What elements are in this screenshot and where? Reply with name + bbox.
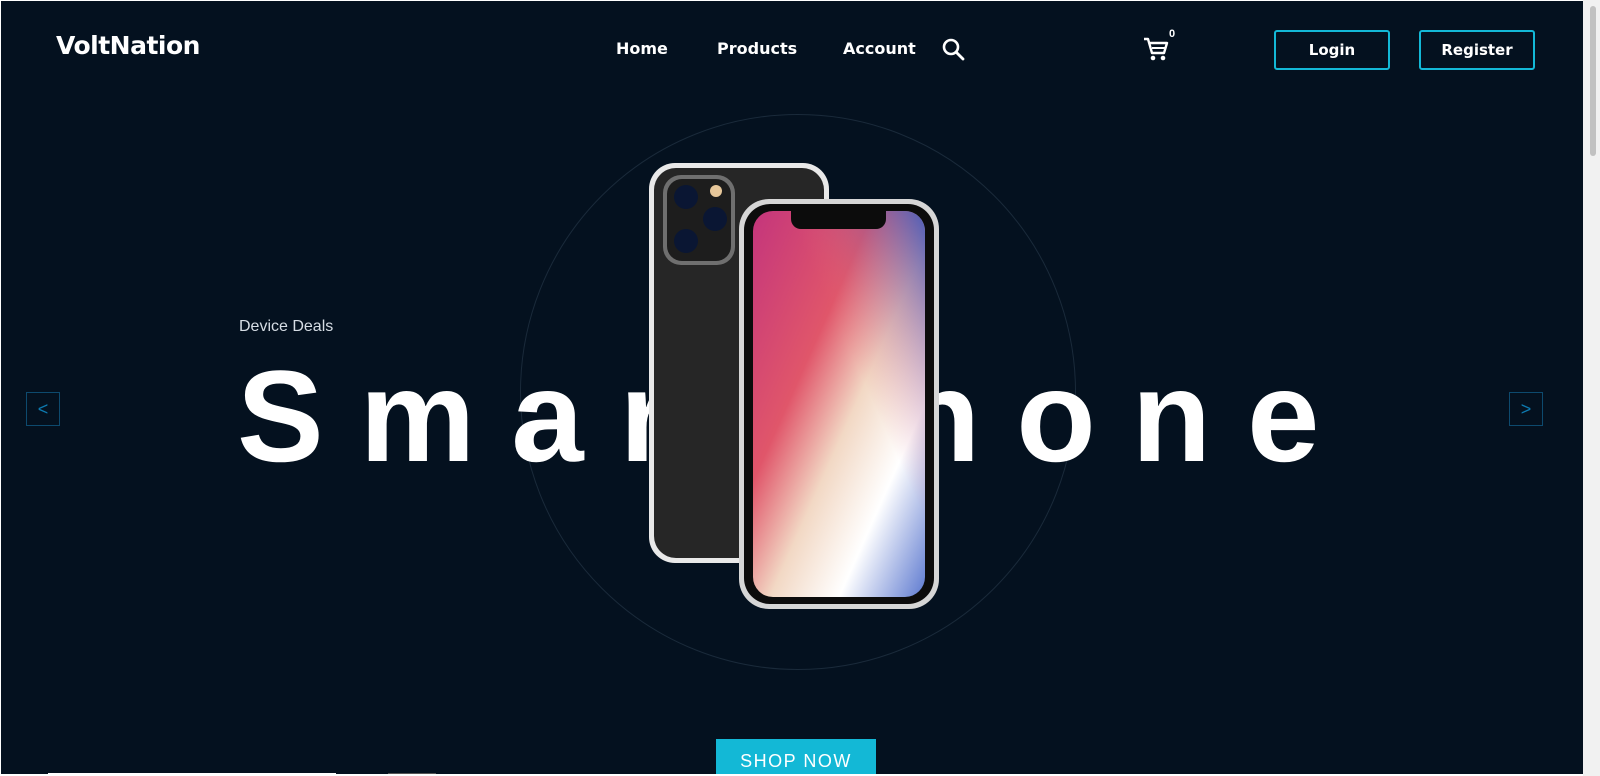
brand-logo[interactable]: VoltNation bbox=[56, 31, 200, 60]
slide-progress-next bbox=[388, 773, 436, 774]
nav-home[interactable]: Home bbox=[616, 39, 668, 58]
hero-eyebrow: Device Deals bbox=[239, 318, 334, 335]
shop-now-button[interactable]: SHOP NOW bbox=[716, 739, 876, 774]
register-button[interactable]: Register bbox=[1419, 30, 1535, 70]
cart-count-badge: 0 bbox=[1169, 28, 1176, 40]
nav-account[interactable]: Account bbox=[843, 39, 916, 58]
carousel-next-button[interactable]: > bbox=[1509, 392, 1543, 426]
slide-progress-active bbox=[48, 773, 336, 774]
smartphone-image bbox=[649, 163, 939, 609]
search-icon[interactable] bbox=[941, 37, 967, 63]
scrollbar-thumb[interactable] bbox=[1590, 6, 1596, 156]
page: VoltNation Home Products Account 0 Login… bbox=[1, 1, 1583, 774]
nav-products[interactable]: Products bbox=[717, 39, 797, 58]
carousel-prev-button[interactable]: < bbox=[26, 392, 60, 426]
cart-icon[interactable] bbox=[1142, 35, 1170, 63]
login-button[interactable]: Login bbox=[1274, 30, 1390, 70]
